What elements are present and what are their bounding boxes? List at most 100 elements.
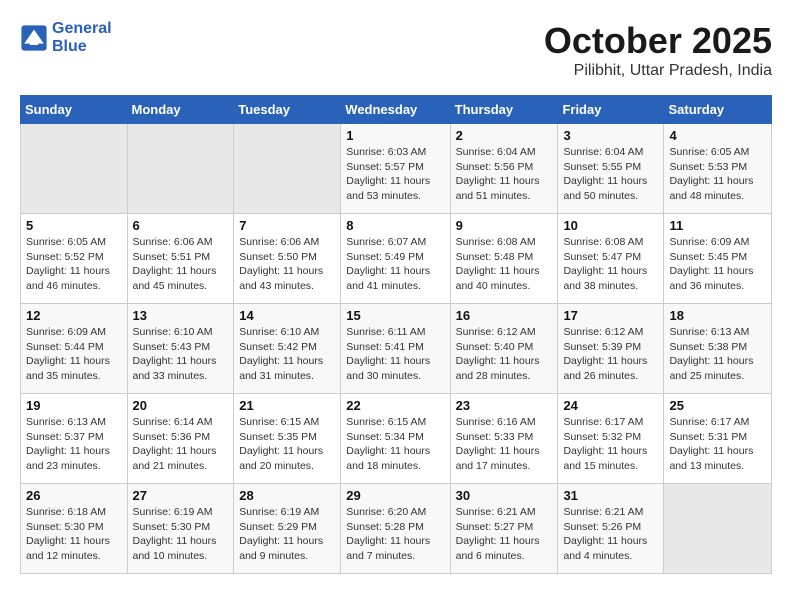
day-number: 17 (563, 308, 658, 323)
calendar-week-4: 19 Sunrise: 6:13 AMSunset: 5:37 PMDayligh… (21, 394, 772, 484)
day-number: 4 (669, 128, 766, 143)
day-number: 28 (239, 488, 335, 503)
day-number: 15 (346, 308, 444, 323)
calendar-cell: 1Sunrise: 6:03 AMSunset: 5:57 PMDaylight… (341, 124, 450, 214)
day-info: Sunrise: 6:07 AMSunset: 5:49 PMDaylight:… (346, 235, 444, 294)
calendar-cell: 14 Sunrise: 6:10 AMSunset: 5:42 PMDayligh… (234, 304, 341, 394)
calendar-cell: 6 Sunrise: 6:06 AMSunset: 5:51 PMDaylight… (127, 214, 234, 304)
day-number: 20 (133, 398, 229, 413)
day-info: Sunrise: 6:08 AMSunset: 5:48 PMDaylight:… (456, 235, 553, 294)
day-info: Sunrise: 6:16 AMSunset: 5:33 PMDaylight:… (456, 415, 553, 474)
day-info: Sunrise: 6:18 AMSunset: 5:30 PMDaylight:… (26, 505, 122, 564)
day-info: Sunrise: 6:12 AMSunset: 5:40 PMDaylight:… (456, 325, 553, 384)
day-number: 12 (26, 308, 122, 323)
weekday-header-sunday: Sunday (21, 96, 128, 124)
day-info: Sunrise: 6:05 AMSunset: 5:52 PMDaylight:… (26, 235, 122, 294)
day-info: Sunrise: 6:10 AMSunset: 5:42 PMDaylight:… (239, 325, 335, 384)
weekday-header-thursday: Thursday (450, 96, 558, 124)
weekday-header-friday: Friday (558, 96, 664, 124)
day-info: Sunrise: 6:11 AMSunset: 5:41 PMDaylight:… (346, 325, 444, 384)
calendar-cell: 16 Sunrise: 6:12 AMSunset: 5:40 PMDayligh… (450, 304, 558, 394)
weekday-header-row: SundayMondayTuesdayWednesdayThursdayFrid… (21, 96, 772, 124)
calendar-cell: 15 Sunrise: 6:11 AMSunset: 5:41 PMDayligh… (341, 304, 450, 394)
calendar-cell: 13 Sunrise: 6:10 AMSunset: 5:43 PMDayligh… (127, 304, 234, 394)
calendar-cell: 21 Sunrise: 6:15 AMSunset: 5:35 PMDayligh… (234, 394, 341, 484)
location-title: Pilibhit, Uttar Pradesh, India (544, 62, 772, 80)
day-number: 2 (456, 128, 553, 143)
day-info: Sunrise: 6:20 AMSunset: 5:28 PMDaylight:… (346, 505, 444, 564)
month-title: October 2025 (544, 20, 772, 62)
weekday-header-tuesday: Tuesday (234, 96, 341, 124)
calendar-cell (664, 484, 772, 574)
calendar-cell: 10Sunrise: 6:08 AMSunset: 5:47 PMDayligh… (558, 214, 664, 304)
day-info: Sunrise: 6:19 AMSunset: 5:30 PMDaylight:… (133, 505, 229, 564)
day-number: 7 (239, 218, 335, 233)
day-info: Sunrise: 6:12 AMSunset: 5:39 PMDaylight:… (563, 325, 658, 384)
day-number: 29 (346, 488, 444, 503)
day-number: 27 (133, 488, 229, 503)
calendar-week-3: 12Sunrise: 6:09 AMSunset: 5:44 PMDayligh… (21, 304, 772, 394)
day-number: 14 (239, 308, 335, 323)
logo-text: General Blue (52, 20, 112, 56)
day-info: Sunrise: 6:06 AMSunset: 5:51 PMDaylight:… (133, 235, 229, 294)
calendar-cell: 23 Sunrise: 6:16 AMSunset: 5:33 PMDayligh… (450, 394, 558, 484)
calendar-cell: 7Sunrise: 6:06 AMSunset: 5:50 PMDaylight… (234, 214, 341, 304)
calendar-cell: 5 Sunrise: 6:05 AMSunset: 5:52 PMDaylight… (21, 214, 128, 304)
day-number: 25 (669, 398, 766, 413)
calendar-cell: 27 Sunrise: 6:19 AMSunset: 5:30 PMDayligh… (127, 484, 234, 574)
calendar-cell: 8Sunrise: 6:07 AMSunset: 5:49 PMDaylight… (341, 214, 450, 304)
day-info: Sunrise: 6:17 AMSunset: 5:32 PMDaylight:… (563, 415, 658, 474)
day-info: Sunrise: 6:10 AMSunset: 5:43 PMDaylight:… (133, 325, 229, 384)
calendar-cell: 18 Sunrise: 6:13 AMSunset: 5:38 PMDayligh… (664, 304, 772, 394)
day-number: 6 (133, 218, 229, 233)
calendar-cell: 20 Sunrise: 6:14 AMSunset: 5:36 PMDayligh… (127, 394, 234, 484)
day-info: Sunrise: 6:04 AMSunset: 5:55 PMDaylight:… (563, 145, 658, 204)
day-number: 26 (26, 488, 122, 503)
day-number: 18 (669, 308, 766, 323)
calendar-cell: 28 Sunrise: 6:19 AMSunset: 5:29 PMDayligh… (234, 484, 341, 574)
calendar-cell: 24Sunrise: 6:17 AMSunset: 5:32 PMDayligh… (558, 394, 664, 484)
calendar-cell: 12Sunrise: 6:09 AMSunset: 5:44 PMDayligh… (21, 304, 128, 394)
day-info: Sunrise: 6:13 AMSunset: 5:38 PMDaylight:… (669, 325, 766, 384)
calendar-cell: 25 Sunrise: 6:17 AMSunset: 5:31 PMDayligh… (664, 394, 772, 484)
day-number: 30 (456, 488, 553, 503)
logo-icon (20, 24, 48, 52)
calendar-cell: 22 Sunrise: 6:15 AMSunset: 5:34 PMDayligh… (341, 394, 450, 484)
day-info: Sunrise: 6:13 AMSunset: 5:37 PMDaylight:… (26, 415, 122, 474)
day-number: 22 (346, 398, 444, 413)
calendar-cell: 17 Sunrise: 6:12 AMSunset: 5:39 PMDayligh… (558, 304, 664, 394)
day-number: 23 (456, 398, 553, 413)
page-header: General Blue October 2025 Pilibhit, Utta… (20, 20, 772, 80)
day-number: 9 (456, 218, 553, 233)
day-number: 19 (26, 398, 122, 413)
day-number: 21 (239, 398, 335, 413)
day-info: Sunrise: 6:15 AMSunset: 5:35 PMDaylight:… (239, 415, 335, 474)
day-number: 1 (346, 128, 444, 143)
day-info: Sunrise: 6:15 AMSunset: 5:34 PMDaylight:… (346, 415, 444, 474)
calendar-cell: 3Sunrise: 6:04 AMSunset: 5:55 PMDaylight… (558, 124, 664, 214)
day-info: Sunrise: 6:14 AMSunset: 5:36 PMDaylight:… (133, 415, 229, 474)
calendar-cell: 2 Sunrise: 6:04 AMSunset: 5:56 PMDaylight… (450, 124, 558, 214)
day-info: Sunrise: 6:09 AMSunset: 5:45 PMDaylight:… (669, 235, 766, 294)
title-area: October 2025 Pilibhit, Uttar Pradesh, In… (544, 20, 772, 80)
calendar-cell: 31Sunrise: 6:21 AMSunset: 5:26 PMDayligh… (558, 484, 664, 574)
calendar-cell (21, 124, 128, 214)
day-number: 16 (456, 308, 553, 323)
calendar-cell: 9 Sunrise: 6:08 AMSunset: 5:48 PMDaylight… (450, 214, 558, 304)
calendar-cell: 26 Sunrise: 6:18 AMSunset: 5:30 PMDayligh… (21, 484, 128, 574)
logo: General Blue (20, 20, 112, 56)
day-info: Sunrise: 6:19 AMSunset: 5:29 PMDaylight:… (239, 505, 335, 564)
calendar-cell (234, 124, 341, 214)
day-info: Sunrise: 6:05 AMSunset: 5:53 PMDaylight:… (669, 145, 766, 204)
day-number: 5 (26, 218, 122, 233)
calendar-week-5: 26 Sunrise: 6:18 AMSunset: 5:30 PMDayligh… (21, 484, 772, 574)
day-info: Sunrise: 6:21 AMSunset: 5:26 PMDaylight:… (563, 505, 658, 564)
day-info: Sunrise: 6:17 AMSunset: 5:31 PMDaylight:… (669, 415, 766, 474)
day-number: 13 (133, 308, 229, 323)
weekday-header-wednesday: Wednesday (341, 96, 450, 124)
calendar-cell: 11 Sunrise: 6:09 AMSunset: 5:45 PMDayligh… (664, 214, 772, 304)
calendar-week-1: 1Sunrise: 6:03 AMSunset: 5:57 PMDaylight… (21, 124, 772, 214)
weekday-header-monday: Monday (127, 96, 234, 124)
day-number: 11 (669, 218, 766, 233)
day-info: Sunrise: 6:04 AMSunset: 5:56 PMDaylight:… (456, 145, 553, 204)
